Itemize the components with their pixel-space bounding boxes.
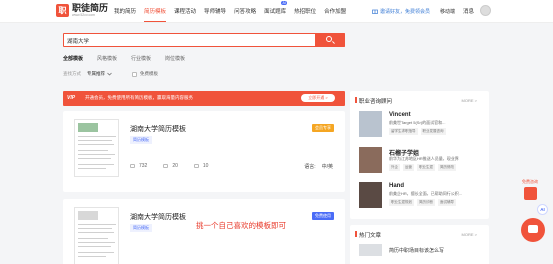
advisor-item[interactable]: Vincent 前美世Target 5(Sr)的面试官和... 留学生求职指导 …: [359, 111, 484, 141]
filter-tabs: 全部模板 风格模板 行业模板 岗位模板: [63, 55, 199, 62]
advisor-photo[interactable]: [359, 182, 382, 208]
ai-badge: AI: [281, 1, 288, 5]
search-input[interactable]: [67, 36, 307, 45]
nav-hot-jobs[interactable]: 热招职位: [294, 7, 316, 15]
vip-icon: VIP: [67, 95, 76, 101]
articles-title: 热门文章: [354, 231, 382, 239]
user-avatar[interactable]: [480, 5, 491, 16]
advisors-more-link[interactable]: MORE >: [462, 98, 477, 103]
tab-all-templates[interactable]: 全部模板: [63, 55, 83, 62]
advisor-tag: 简历修改: [438, 164, 456, 171]
vip-banner: VIP 开通会员，免费使用所有简历模板，赢取海量内容服务 立即开通 >: [63, 91, 345, 106]
main-nav: 我的简历 简历模板 课程活动 导师辅导 问答攻略 面试题库 热招职位 合作加盟: [114, 7, 354, 22]
advisor-name[interactable]: Vincent: [389, 112, 411, 118]
views-icon: [130, 164, 135, 168]
chat-button[interactable]: [521, 218, 545, 242]
template-title[interactable]: 湖南大学简历模板: [130, 124, 186, 134]
logo-name: 职徒简历: [72, 3, 109, 13]
free-consult-label: 免费咨询: [522, 179, 538, 184]
open-vip-button[interactable]: 立即开通 >: [301, 94, 335, 102]
chat-bubble-icon: [528, 225, 538, 233]
advisor-photo[interactable]: [359, 147, 382, 173]
like-icon[interactable]: [163, 164, 169, 168]
template-language: 语言: 中/英: [304, 163, 333, 170]
favorites-count: 10: [202, 163, 209, 169]
article-item[interactable]: 简历中职场目标该怎么写: [359, 244, 484, 256]
search-mode-label: 查找方式: [63, 71, 81, 76]
advisor-desc: 前美世Target 5(Sr)的面试官和...: [389, 120, 446, 125]
views-count: 732: [139, 163, 148, 169]
nav-interview-bank[interactable]: 面试题库: [264, 7, 286, 15]
free-badge: 免费使用: [312, 212, 334, 220]
search-button[interactable]: [315, 33, 345, 47]
template-card[interactable]: 湖南大学简历模板 简历模板 免费使用: [63, 199, 345, 264]
article-title[interactable]: 简历中职场目标该怎么写: [389, 247, 444, 254]
filter-row: 查找方式 专属推荐 免费模板: [63, 71, 158, 77]
language-value: 中/英: [321, 164, 333, 170]
advisor-name[interactable]: Hand: [389, 183, 404, 189]
favorite-icon[interactable]: [193, 164, 199, 168]
logo-mark-icon: 职: [56, 3, 69, 17]
sort-dropdown[interactable]: 专属推荐: [87, 71, 105, 77]
template-search-bar: [63, 33, 345, 47]
top-navbar: 职 职徒简历 www.52cv.com 我的简历 简历模板 课程活动 导师辅导 …: [0, 0, 553, 23]
gift-icon: [372, 9, 378, 14]
free-consult-widget[interactable]: 免费咨询: [521, 179, 539, 201]
tab-style-templates[interactable]: 风格模板: [97, 55, 117, 62]
gift-box-icon: [524, 187, 537, 200]
advisor-tag: 简历诊断: [417, 199, 435, 206]
vip-banner-text: 开通会员，免费使用所有简历模板，赢取海量内容服务: [85, 95, 193, 100]
advisor-tag: 职业发展咨询: [420, 128, 446, 135]
nav-courses[interactable]: 课程活动: [174, 7, 196, 15]
advisor-tag: 职业生涯规划: [389, 199, 414, 206]
template-stats: 732 20 10: [130, 163, 224, 169]
nav-my-resume[interactable]: 我的简历: [114, 7, 136, 15]
chevron-down-icon: [107, 72, 112, 76]
template-thumbnail[interactable]: [74, 207, 119, 264]
advisor-item[interactable]: 石榴子学姐 前华为江苏地区HR推送人员量，现业界 外企 运营 职业生涯 简历修改: [359, 147, 484, 177]
nav-partnership[interactable]: 合作加盟: [324, 7, 346, 15]
nav-qa[interactable]: 问答攻略: [234, 7, 256, 15]
articles-panel: 热门文章 MORE > 简历中职场目标该怎么写: [350, 225, 489, 264]
advisor-item[interactable]: Hand 前美企HR，擅长全面，已帮助同行公积... 职业生涯规划 简历诊断 面…: [359, 182, 484, 212]
logo-url: www.52cv.com: [72, 13, 96, 17]
tab-position-templates[interactable]: 岗位模板: [165, 55, 185, 62]
advisor-photo[interactable]: [359, 111, 382, 137]
template-tag[interactable]: 简历模板: [130, 136, 152, 144]
nav-mentor[interactable]: 导师辅导: [204, 7, 226, 15]
advisors-panel: 职业咨询顾问 MORE > Vincent 前美世Target 5(Sr)的面试…: [350, 91, 489, 219]
advisor-tag: 面试辅导: [438, 199, 456, 206]
likes-count: 20: [172, 163, 178, 169]
advisor-tag: 外企: [389, 164, 400, 171]
annotation-note: 挑一个自己喜欢的模板即可: [196, 221, 286, 230]
nav-resume-templates[interactable]: 简历模板: [144, 7, 167, 22]
advisor-tag: 留学生求职指导: [389, 128, 418, 135]
free-only-checkbox[interactable]: [132, 71, 137, 77]
advisor-tag: 运营: [403, 164, 414, 171]
template-thumbnail[interactable]: [74, 119, 119, 177]
advisors-title: 职业咨询顾问: [354, 97, 393, 105]
site-logo[interactable]: 职 职徒简历 www.52cv.com: [56, 3, 108, 17]
search-icon: [326, 36, 332, 42]
invite-promo-link[interactable]: 邀请好友，免费领会员: [380, 8, 430, 15]
ai-assistant-button[interactable]: AI: [537, 204, 548, 215]
template-tag[interactable]: 简历模板: [130, 224, 152, 232]
vip-only-badge: 会员专享: [312, 124, 334, 132]
article-thumbnail[interactable]: [359, 244, 382, 256]
advisor-desc: 前华为江苏地区HR推送人员量，现业界: [389, 156, 459, 161]
tab-industry-templates[interactable]: 行业模板: [131, 55, 151, 62]
template-title[interactable]: 湖南大学简历模板: [130, 212, 186, 222]
messages-link[interactable]: 消息: [463, 7, 474, 15]
mobile-link[interactable]: 移动端: [440, 8, 455, 15]
free-only-label: 免费模板: [140, 71, 158, 76]
advisor-tag: 职业生涯: [417, 164, 435, 171]
articles-more-link[interactable]: MORE >: [462, 232, 477, 237]
language-label: 语言:: [304, 164, 316, 170]
template-card[interactable]: 湖南大学简历模板 简历模板 会员专享 732 20 10 语言: 中/英: [63, 111, 345, 192]
advisor-desc: 前美企HR，擅长全面，已帮助同行公积...: [389, 191, 463, 196]
